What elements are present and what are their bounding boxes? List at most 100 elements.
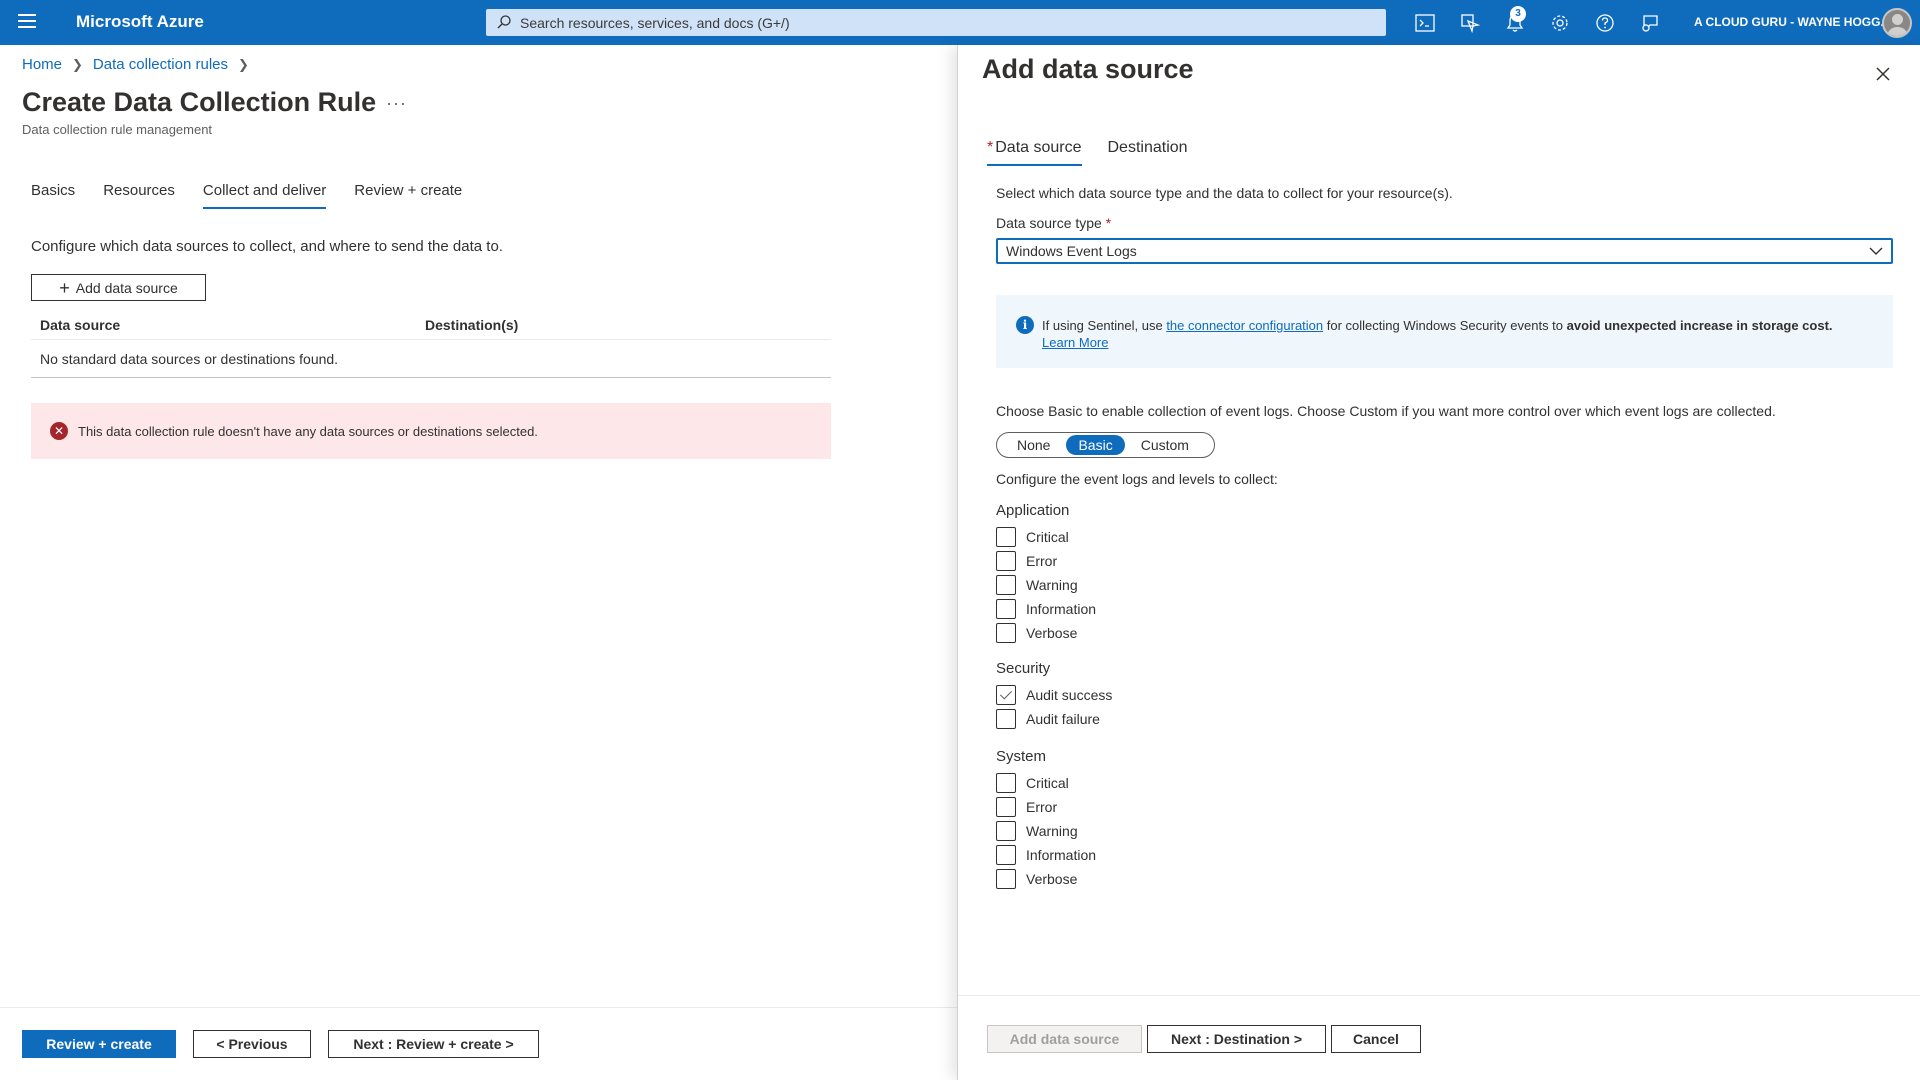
info-text: If using Sentinel, use the connector con…	[1042, 317, 1882, 351]
tab-resources[interactable]: Resources	[103, 182, 175, 209]
help-icon[interactable]	[1592, 10, 1618, 36]
review-create-button[interactable]: Review + create	[22, 1030, 176, 1058]
checkbox-label: Error	[1026, 553, 1058, 569]
panel-footer: Add data source Next : Destination > Can…	[958, 995, 1920, 1080]
checkbox-application-critical[interactable]	[996, 527, 1016, 547]
close-icon[interactable]	[1871, 62, 1895, 86]
checkbox-label: Critical	[1026, 529, 1069, 545]
checkbox-row: Critical	[996, 525, 1096, 549]
avatar[interactable]	[1882, 8, 1912, 38]
next-review-create-button[interactable]: Next : Review + create >	[328, 1030, 539, 1058]
top-bar: Microsoft Azure 3 A CLOUD GURU - WAYNE H…	[0, 0, 1920, 45]
checkbox-application-error[interactable]	[996, 551, 1016, 571]
checkbox-row: Error	[996, 795, 1096, 819]
cancel-button[interactable]: Cancel	[1331, 1025, 1421, 1053]
create-dcr-page: Home ❯ Data collection rules ❯ Create Da…	[0, 45, 957, 1080]
info-icon: i	[1016, 316, 1034, 334]
system-group: System Critical Error Warning Informatio…	[996, 748, 1096, 891]
security-group: Security Audit success Audit failure	[996, 660, 1112, 731]
mode-none[interactable]: None	[999, 435, 1062, 455]
config-description: Configure which data sources to collect,…	[31, 238, 503, 255]
checkbox-system-information[interactable]	[996, 845, 1016, 865]
info-middle: for collecting Windows Security events t…	[1323, 318, 1567, 333]
plus-icon: +	[59, 277, 70, 298]
next-destination-button[interactable]: Next : Destination >	[1147, 1025, 1326, 1053]
page-title: Create Data Collection Rule	[22, 87, 377, 117]
checkbox-system-warning[interactable]	[996, 821, 1016, 841]
tab-review-create[interactable]: Review + create	[354, 182, 462, 209]
search-icon	[497, 15, 511, 29]
checkbox-row: Verbose	[996, 867, 1096, 891]
checkbox-row: Critical	[996, 771, 1096, 795]
configure-levels-text: Configure the event logs and levels to c…	[996, 471, 1278, 487]
column-header-data-source: Data source	[40, 316, 121, 333]
checkbox-label: Audit success	[1026, 687, 1113, 703]
table-empty-row: No standard data sources or destinations…	[31, 340, 831, 378]
checkbox-system-critical[interactable]	[996, 773, 1016, 793]
tab-basics[interactable]: Basics	[31, 182, 75, 209]
hamburger-menu-icon[interactable]	[18, 14, 36, 30]
mode-custom[interactable]: Custom	[1129, 435, 1201, 455]
learn-more-link[interactable]: Learn More	[1042, 335, 1108, 350]
panel-tabs: * Data source Destination	[987, 139, 1214, 166]
checkbox-system-error[interactable]	[996, 797, 1016, 817]
checkbox-application-verbose[interactable]	[996, 623, 1016, 643]
search-input[interactable]	[520, 9, 1380, 36]
breadcrumb-data-collection-rules[interactable]: Data collection rules	[93, 56, 228, 73]
directory-filter-icon[interactable]	[1457, 10, 1483, 36]
search-box[interactable]	[486, 9, 1386, 36]
table-header: Data source Destination(s)	[31, 310, 831, 340]
checkbox-system-verbose[interactable]	[996, 869, 1016, 889]
checkbox-label: Information	[1026, 847, 1097, 863]
feedback-icon[interactable]	[1637, 10, 1663, 36]
page-subtitle: Data collection rule management	[22, 122, 213, 137]
chevron-right-icon: ❯	[238, 56, 249, 72]
add-data-source-button[interactable]: + Add data source	[31, 274, 206, 301]
tab-data-source-label: Data source	[995, 139, 1082, 156]
data-sources-table: Data source Destination(s) No standard d…	[31, 310, 831, 378]
required-marker: *	[987, 139, 994, 156]
breadcrumb-home[interactable]: Home	[22, 56, 62, 73]
sentinel-info-banner: i If using Sentinel, use the connector c…	[996, 295, 1893, 368]
tab-data-source[interactable]: * Data source	[987, 139, 1082, 166]
checkbox-application-warning[interactable]	[996, 575, 1016, 595]
checkbox-label: Verbose	[1026, 625, 1078, 641]
checkbox-application-information[interactable]	[996, 599, 1016, 619]
checkbox-security-audit-success[interactable]	[996, 685, 1016, 705]
collection-mode-toggle: None Basic Custom	[996, 432, 1215, 458]
checkbox-row: Audit success	[996, 683, 1112, 707]
checkbox-row: Audit failure	[996, 707, 1112, 731]
group-title-security: Security	[996, 660, 1051, 677]
data-source-type-dropdown[interactable]: Windows Event Logs	[996, 238, 1893, 264]
cloud-shell-icon[interactable]	[1412, 10, 1438, 36]
checkbox-security-audit-failure[interactable]	[996, 709, 1016, 729]
tab-destination[interactable]: Destination	[1108, 139, 1188, 166]
data-source-type-value: Windows Event Logs	[1006, 243, 1137, 259]
connector-configuration-link[interactable]: the connector configuration	[1166, 318, 1323, 333]
info-prefix: If using Sentinel, use	[1042, 318, 1167, 333]
error-icon: ✕	[50, 422, 68, 440]
checkbox-label: Error	[1026, 799, 1058, 815]
tab-collect-and-deliver[interactable]: Collect and deliver	[202, 182, 327, 209]
data-source-type-label: Data source type *	[996, 215, 1111, 231]
add-data-source-submit-button[interactable]: Add data source	[987, 1025, 1142, 1053]
info-bold: avoid unexpected increase in storage cos…	[1566, 318, 1833, 333]
group-title-application: Application	[996, 502, 1070, 519]
chevron-down-icon	[1869, 247, 1883, 255]
checkbox-label: Critical	[1026, 775, 1069, 791]
checkbox-label: Audit failure	[1026, 711, 1100, 727]
mode-basic[interactable]: Basic	[1066, 435, 1125, 455]
account-name[interactable]: A CLOUD GURU - WAYNE HOGG...	[1694, 15, 1890, 29]
brand-title[interactable]: Microsoft Azure	[76, 12, 204, 32]
checkbox-row: Verbose	[996, 621, 1096, 645]
application-group: Application Critical Error Warning Infor…	[996, 502, 1096, 645]
add-data-source-label: Add data source	[75, 279, 178, 296]
panel-intro: Select which data source type and the da…	[996, 185, 1453, 201]
checkbox-row: Error	[996, 549, 1096, 573]
notification-badge: 3	[1510, 6, 1526, 22]
settings-gear-icon[interactable]	[1547, 10, 1573, 36]
checkbox-label: Warning	[1026, 577, 1078, 593]
previous-button[interactable]: < Previous	[193, 1030, 311, 1058]
more-options-icon[interactable]: ···	[386, 93, 407, 114]
checkbox-row: Warning	[996, 573, 1096, 597]
